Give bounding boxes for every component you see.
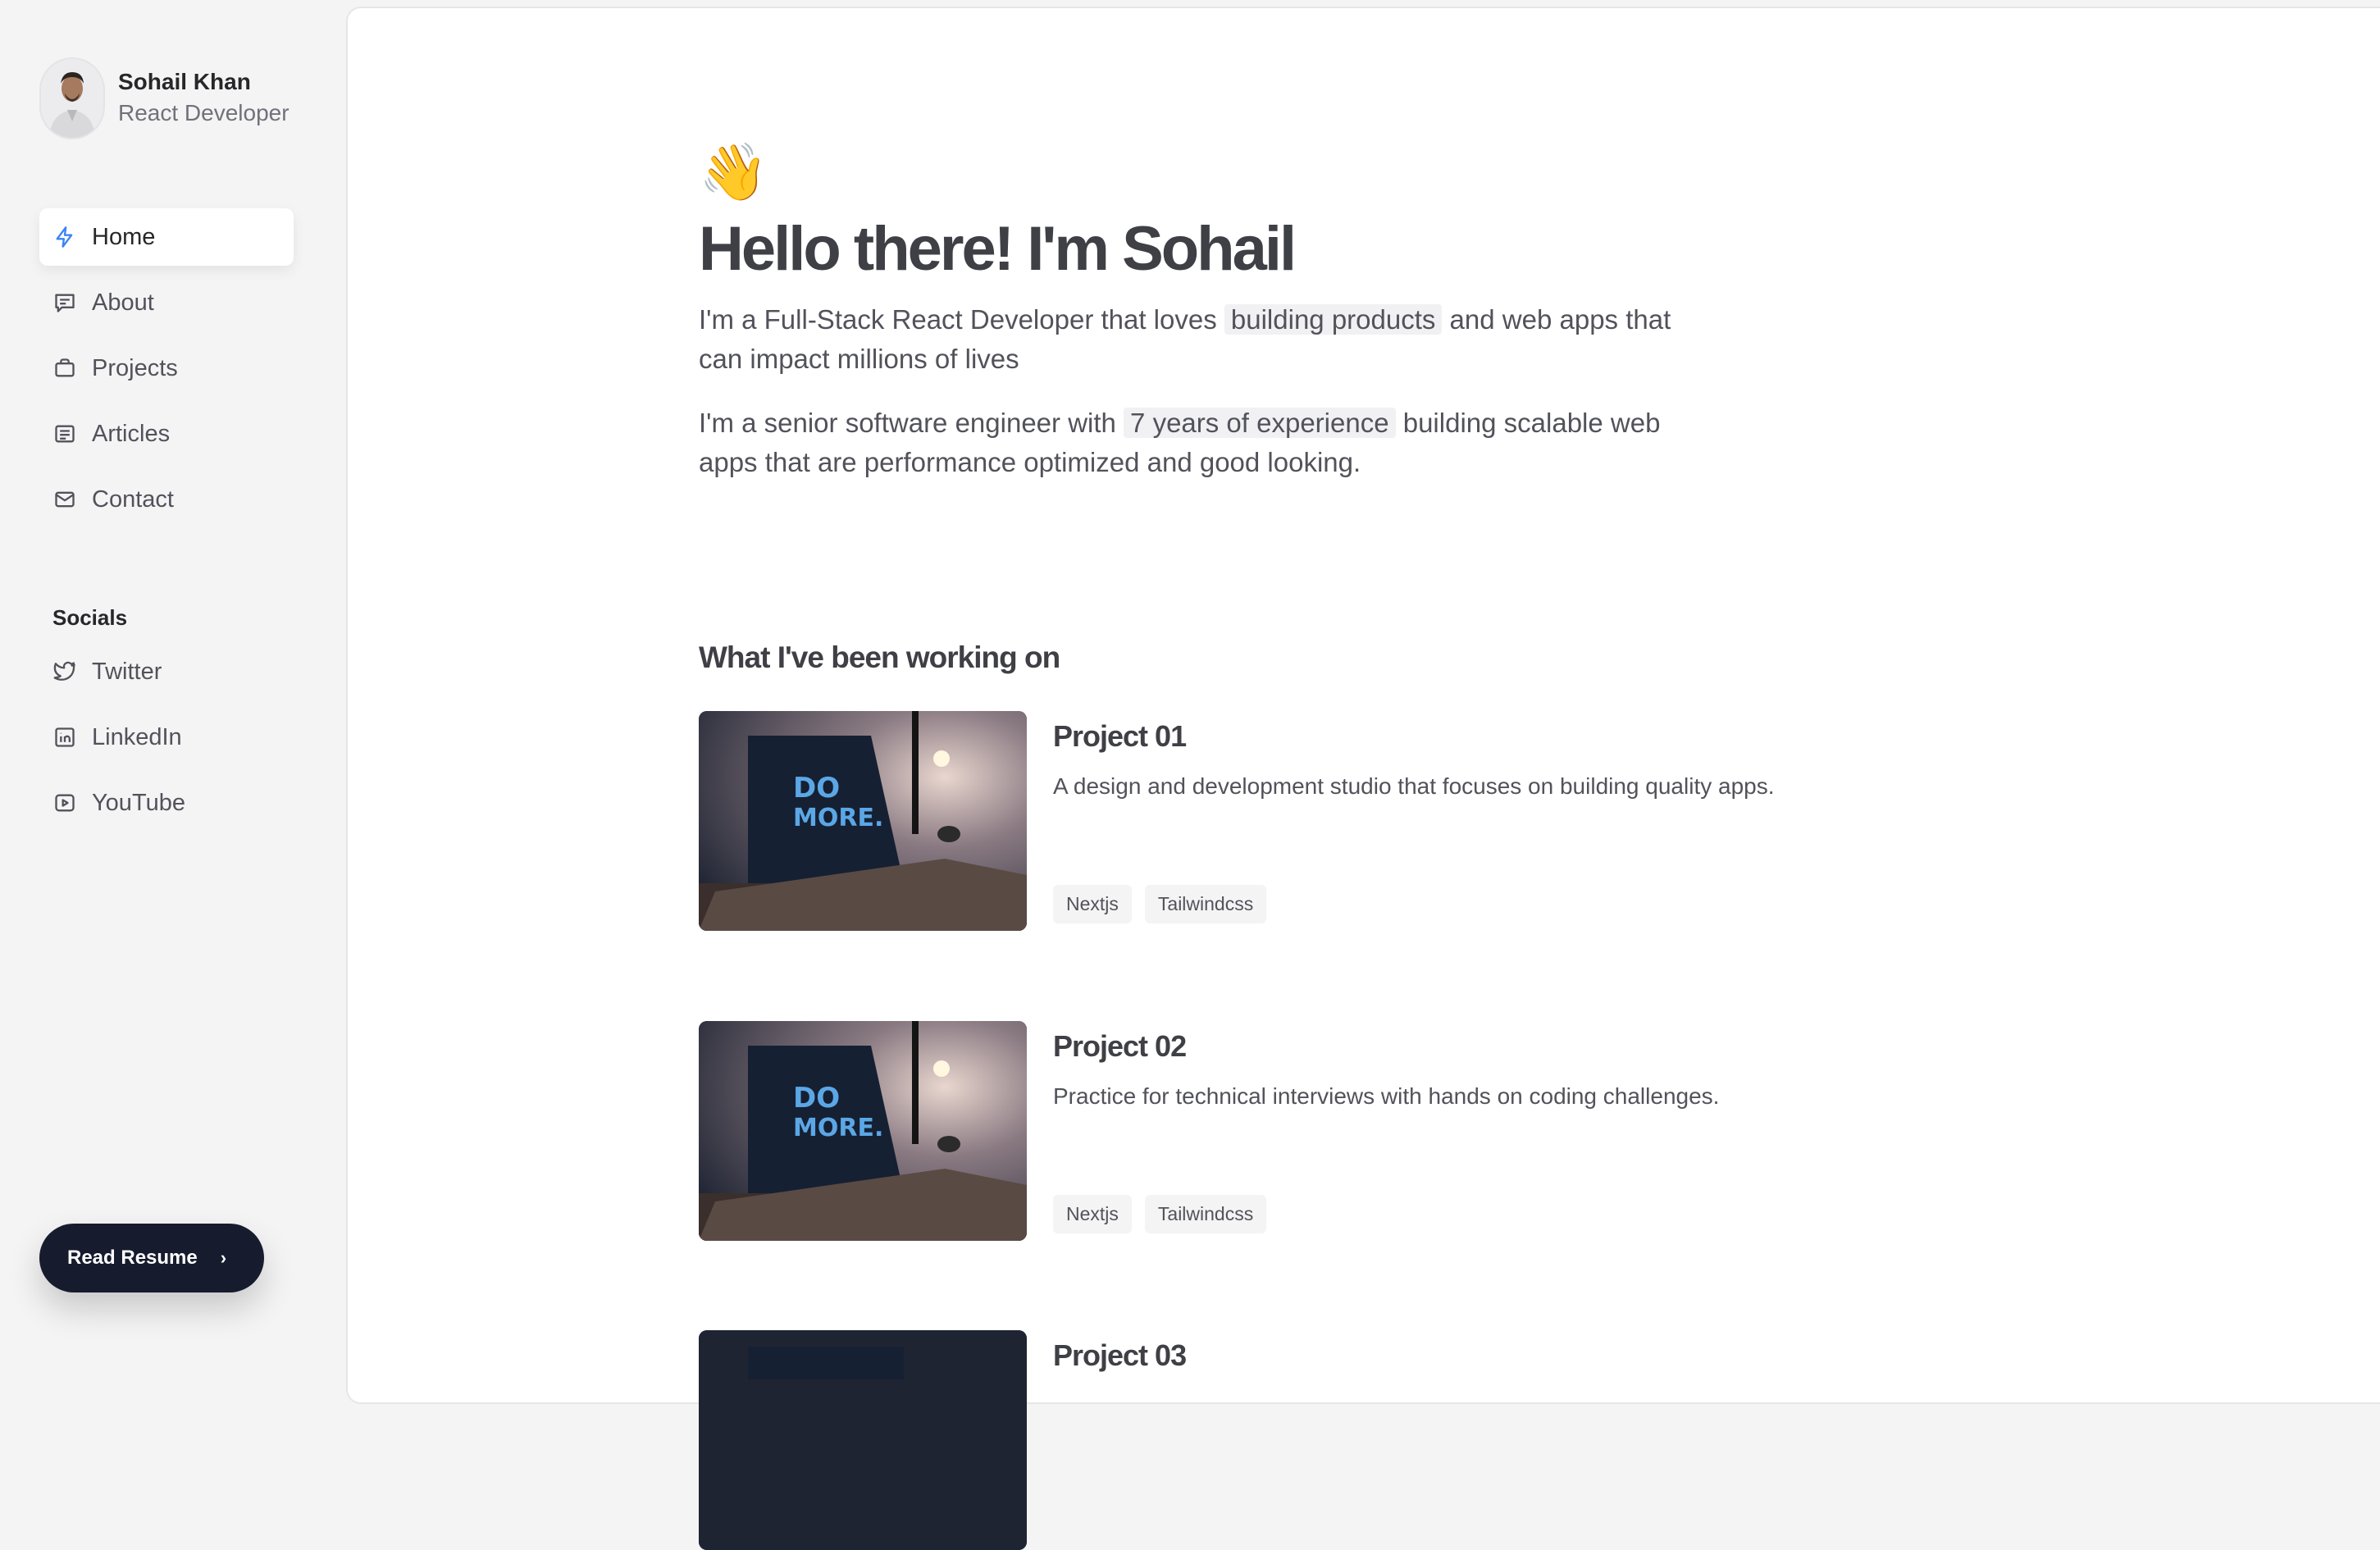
intro-2-highlight: 7 years of experience	[1124, 408, 1396, 438]
profile-name: Sohail Khan	[118, 69, 251, 94]
chevron-right-icon: ›	[220, 1247, 227, 1268]
social-label-linkedin: LinkedIn	[92, 723, 182, 750]
thumb-text-line-2: MORE.	[793, 804, 883, 832]
project-info: Project 01 A design and development stud…	[1053, 711, 1840, 923]
project-card[interactable]: Project 03	[699, 1330, 1847, 1550]
tag: Tailwindcss	[1144, 885, 1267, 923]
nav-label-articles: Articles	[92, 420, 171, 447]
socials-list: Twitter LinkedIn YouTube	[39, 643, 294, 840]
intro-paragraph-2: I'm a senior software engineer with 7 ye…	[699, 403, 1683, 482]
project-thumbnail[interactable]: DO MORE.	[699, 1021, 1027, 1241]
project-tags: Nextjs Tailwindcss	[1053, 1195, 1279, 1233]
read-resume-label: Read Resume	[67, 1247, 198, 1269]
nav-item-about[interactable]: About	[39, 274, 294, 331]
page-title: Hello there! I'm Sohail	[699, 214, 1297, 284]
thumb-text-line-1: DO	[793, 1082, 840, 1115]
nav-item-contact[interactable]: Contact	[39, 471, 294, 528]
lightning-icon	[52, 225, 77, 249]
work-section-title: What I've been working on	[699, 640, 1060, 674]
tag: Nextjs	[1053, 885, 1132, 923]
profile[interactable]: Sohail Khan React Developer	[39, 57, 290, 139]
nav-item-articles[interactable]: Articles	[39, 405, 294, 463]
main-nav: Home About Projects Articles Contact	[39, 208, 294, 536]
project-card[interactable]: DO MORE. Project 01 A design and develop…	[699, 711, 1847, 931]
thumb-text-line-2: MORE.	[793, 1114, 883, 1142]
nav-item-projects[interactable]: Projects	[39, 340, 294, 397]
project-title[interactable]: Project 01	[1053, 718, 1840, 755]
tag: Nextjs	[1053, 1195, 1132, 1233]
intro-2-text-a: I'm a senior software engineer with	[699, 408, 1124, 438]
social-item-twitter[interactable]: Twitter	[39, 643, 294, 700]
nav-label-projects: Projects	[92, 354, 178, 381]
socials-heading: Socials	[52, 605, 128, 630]
project-info: Project 03	[1053, 1330, 1840, 1374]
intro-1-text-a: I'm a Full-Stack React Developer that lo…	[699, 304, 1224, 335]
project-thumbnail[interactable]	[699, 1330, 1027, 1550]
mail-icon	[52, 487, 77, 512]
project-description: A design and development studio that foc…	[1053, 773, 1775, 799]
social-item-linkedin[interactable]: LinkedIn	[39, 709, 294, 766]
project-tags: Nextjs Tailwindcss	[1053, 885, 1279, 923]
intro-1-highlight: building products	[1224, 304, 1443, 335]
hero-section: 👋 Hello there! I'm Sohail I'm a Full-Sta…	[699, 139, 1847, 482]
social-item-youtube[interactable]: YouTube	[39, 774, 294, 832]
project-thumbnail[interactable]: DO MORE.	[699, 711, 1027, 931]
waving-hand-icon: 👋	[699, 141, 768, 203]
tag: Tailwindcss	[1144, 1195, 1267, 1233]
read-resume-button[interactable]: Read Resume ›	[39, 1224, 264, 1292]
nav-label-about: About	[92, 289, 154, 316]
list-icon	[52, 422, 77, 446]
social-label-youtube: YouTube	[92, 789, 185, 816]
project-title[interactable]: Project 02	[1053, 1028, 1840, 1065]
briefcase-icon	[52, 356, 77, 381]
profile-role: React Developer	[118, 100, 290, 125]
nav-label-contact: Contact	[92, 486, 174, 513]
social-label-twitter: Twitter	[92, 658, 162, 685]
project-info: Project 02 Practice for technical interv…	[1053, 1021, 1840, 1233]
nav-item-home[interactable]: Home	[39, 208, 294, 266]
youtube-icon	[52, 791, 77, 815]
message-icon	[52, 290, 77, 315]
nav-label-home: Home	[92, 223, 156, 250]
sidebar: Sohail Khan React Developer Home About P…	[0, 0, 344, 1358]
thumb-text-line-1: DO	[793, 772, 840, 805]
avatar	[39, 57, 105, 139]
twitter-icon	[52, 659, 77, 684]
main-panel: 👋 Hello there! I'm Sohail I'm a Full-Sta…	[346, 7, 2380, 1550]
project-description: Practice for technical interviews with h…	[1053, 1083, 1720, 1109]
intro-paragraph-1: I'm a Full-Stack React Developer that lo…	[699, 300, 1683, 379]
project-card[interactable]: DO MORE. Project 02 Practice for technic…	[699, 1021, 1847, 1241]
linkedin-icon	[52, 725, 77, 750]
project-title[interactable]: Project 03	[1053, 1337, 1840, 1374]
